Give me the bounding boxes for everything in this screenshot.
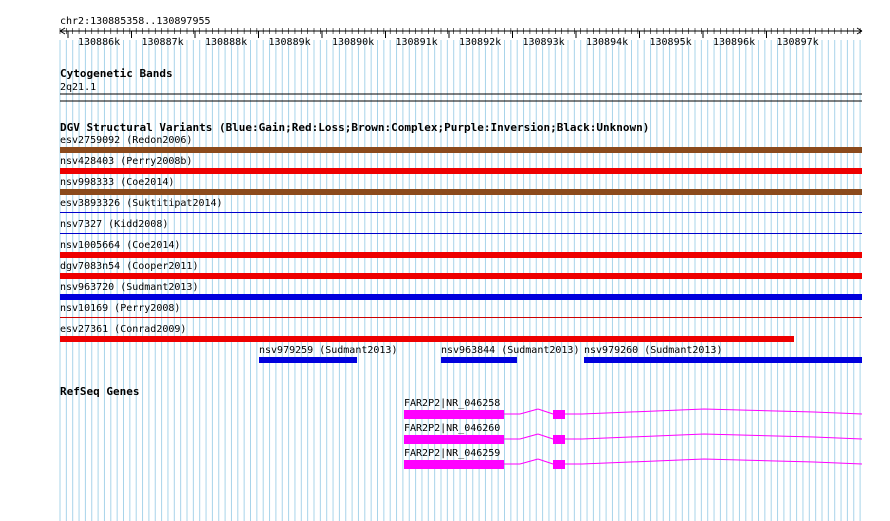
variant-bar <box>60 273 862 279</box>
gene-intron <box>519 433 539 440</box>
ruler-tick-label: 130894k <box>586 37 628 48</box>
variant-bar <box>60 336 794 342</box>
variant-bar <box>60 168 862 174</box>
ruler-tick-label: 130892k <box>459 37 501 48</box>
variant-bar <box>259 357 357 363</box>
variant-bar <box>60 189 862 195</box>
gene-exon <box>553 410 565 419</box>
ruler-tick-label: 130895k <box>650 37 692 48</box>
gene-intron <box>537 458 554 465</box>
gene-exon <box>404 460 504 469</box>
ruler-tick-label: 130896k <box>713 37 755 48</box>
ruler-tick-label: 130893k <box>523 37 565 48</box>
gene-intron <box>537 408 554 415</box>
gene-intron <box>581 408 863 415</box>
variant-bar <box>60 294 862 300</box>
ruler-tick-label: 130897k <box>777 37 819 48</box>
gene-exon <box>404 435 504 444</box>
variant-bar <box>60 147 862 153</box>
variant-bar <box>60 252 862 258</box>
gene-exon <box>553 435 565 444</box>
ruler-tick-label: 130888k <box>205 37 247 48</box>
ruler-tick-label: 130889k <box>269 37 311 48</box>
variant-bar <box>60 212 862 213</box>
gene-intron <box>519 458 539 465</box>
variant-bar <box>584 357 862 363</box>
ruler-tick-label: 130887k <box>142 37 184 48</box>
ruler-tick-label: 130891k <box>396 37 438 48</box>
variant-bar <box>441 357 517 363</box>
variant-bar <box>60 317 862 318</box>
tracks-canvas: 130886k 130887k 130888k 130889k 130890k 13089… <box>59 27 863 469</box>
gene-intron <box>537 433 554 440</box>
gene-intron <box>581 433 863 440</box>
variant-bar <box>60 233 862 234</box>
gene-intron <box>581 458 863 465</box>
gene-exon <box>553 460 565 469</box>
ruler-tick-label: 130890k <box>332 37 374 48</box>
gene-intron <box>519 408 539 415</box>
gene-exon <box>404 410 504 419</box>
ruler-tick-label: 130886k <box>78 37 120 48</box>
